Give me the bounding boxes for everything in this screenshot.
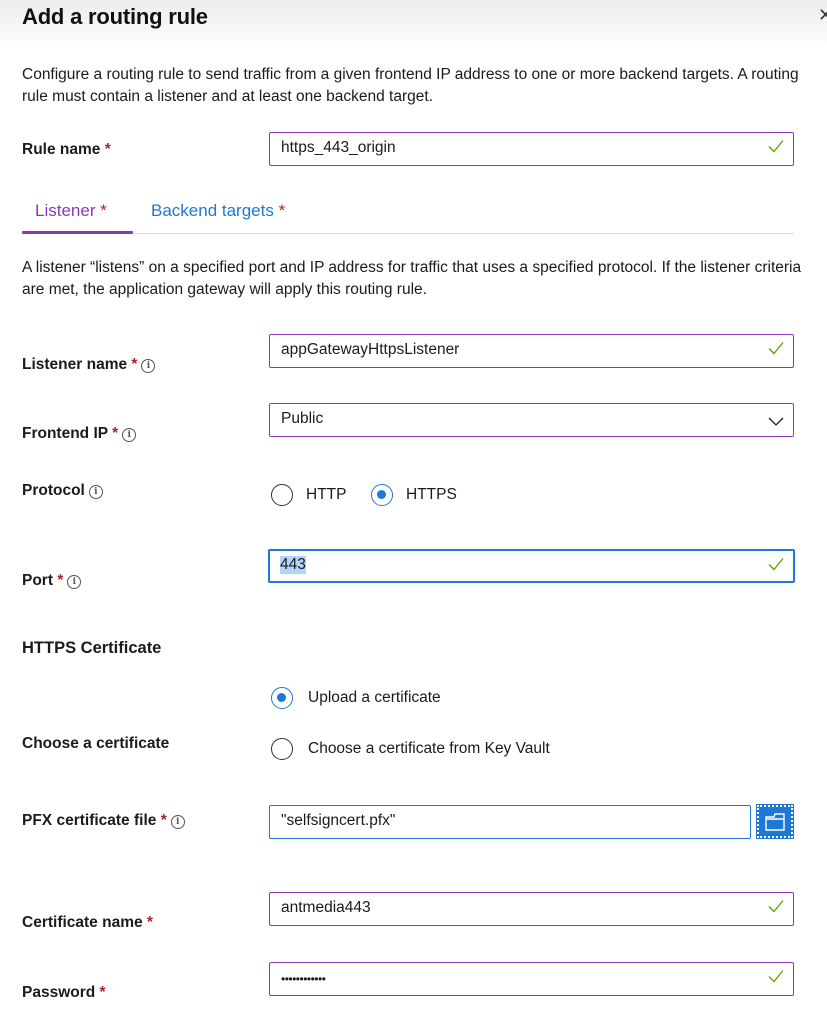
frontend-ip-label-text: Frontend IP <box>22 425 108 442</box>
page-title: Add a routing rule <box>22 4 208 29</box>
password-label: Password * <box>22 984 106 1002</box>
protocol-radio-https[interactable] <box>371 484 393 506</box>
rule-name-label: Rule name * <box>22 141 111 159</box>
required-asterisk: * <box>112 425 119 442</box>
info-icon[interactable]: i <box>141 359 156 373</box>
rule-name-value: https_443_origin <box>281 139 396 156</box>
certificate-name-value: antmedia443 <box>281 899 371 916</box>
listener-description: A listener “listens” on a specified port… <box>22 259 802 298</box>
protocol-radio-http[interactable] <box>271 484 293 506</box>
upload-certificate-label[interactable]: Upload a certificate <box>308 689 441 707</box>
valid-check-icon <box>768 558 784 571</box>
intro-text: Configure a routing rule to send traffic… <box>22 66 799 105</box>
rule-name-label-text: Rule name <box>22 141 101 158</box>
port-label-text: Port <box>22 572 53 589</box>
port-label: Port * i <box>22 572 82 590</box>
certificate-name-input[interactable]: antmedia443 <box>269 892 794 926</box>
password-input[interactable]: •••••••••••• <box>269 962 794 996</box>
info-icon[interactable]: i <box>170 815 185 829</box>
choose-certificate-label: Choose a certificate <box>22 735 170 752</box>
tabs-divider <box>22 233 794 234</box>
required-asterisk: * <box>278 201 286 220</box>
certificate-name-label: Certificate name * <box>22 914 153 932</box>
required-asterisk: * <box>146 914 153 931</box>
folder-icon <box>765 813 785 831</box>
frontend-ip-selected: Public <box>281 410 324 427</box>
chevron-down-icon <box>768 417 784 426</box>
protocol-https-label[interactable]: HTTPS <box>406 486 457 504</box>
required-asterisk: * <box>160 812 167 829</box>
frontend-ip-dropdown[interactable]: Public <box>269 403 794 437</box>
valid-check-icon <box>768 970 784 983</box>
protocol-label-text: Protocol <box>22 482 85 499</box>
listener-name-label-text: Listener name <box>22 356 128 373</box>
port-value: 443 <box>280 556 306 574</box>
password-value: •••••••••••• <box>281 972 326 986</box>
info-icon[interactable]: i <box>88 485 103 499</box>
tab-listener[interactable]: Listener * <box>35 201 107 221</box>
close-icon[interactable]: ✕ <box>818 5 827 25</box>
rule-name-input[interactable]: https_443_origin <box>269 132 794 166</box>
pfx-file-label: PFX certificate file * i <box>22 812 185 830</box>
active-tab-indicator <box>22 231 133 234</box>
info-icon[interactable]: i <box>67 575 82 589</box>
tab-backend-targets[interactable]: Backend targets * <box>151 201 285 221</box>
pfx-file-input[interactable]: "selfsigncert.pfx" <box>269 805 751 839</box>
info-icon[interactable]: i <box>122 428 137 442</box>
required-asterisk: * <box>131 356 138 373</box>
required-asterisk: * <box>104 141 111 158</box>
pfx-file-label-text: PFX certificate file <box>22 812 157 829</box>
listener-name-value: appGatewayHttpsListener <box>281 341 460 358</box>
valid-check-icon <box>768 140 784 153</box>
tab-listener-label: Listener <box>35 201 96 220</box>
listener-name-input[interactable]: appGatewayHttpsListener <box>269 334 794 368</box>
browse-file-button[interactable] <box>756 804 794 839</box>
required-asterisk: * <box>100 201 107 220</box>
required-asterisk: * <box>57 572 64 589</box>
required-asterisk: * <box>99 984 106 1001</box>
tab-backend-targets-label: Backend targets <box>151 201 274 220</box>
upload-certificate-radio[interactable] <box>271 687 293 709</box>
valid-check-icon <box>768 900 784 913</box>
https-certificate-heading: HTTPS Certificate <box>22 639 162 657</box>
key-vault-radio[interactable] <box>271 738 293 760</box>
protocol-label: Protocol i <box>22 482 103 500</box>
listener-name-label: Listener name * i <box>22 356 156 374</box>
password-label-text: Password <box>22 984 96 1001</box>
valid-check-icon <box>768 342 784 355</box>
frontend-ip-label: Frontend IP * i <box>22 425 137 443</box>
protocol-http-label[interactable]: HTTP <box>306 486 346 504</box>
port-input[interactable]: 443 <box>268 549 795 583</box>
pfx-file-value: "selfsigncert.pfx" <box>281 812 396 829</box>
key-vault-label[interactable]: Choose a certificate from Key Vault <box>308 740 550 758</box>
certificate-name-label-text: Certificate name <box>22 914 143 931</box>
